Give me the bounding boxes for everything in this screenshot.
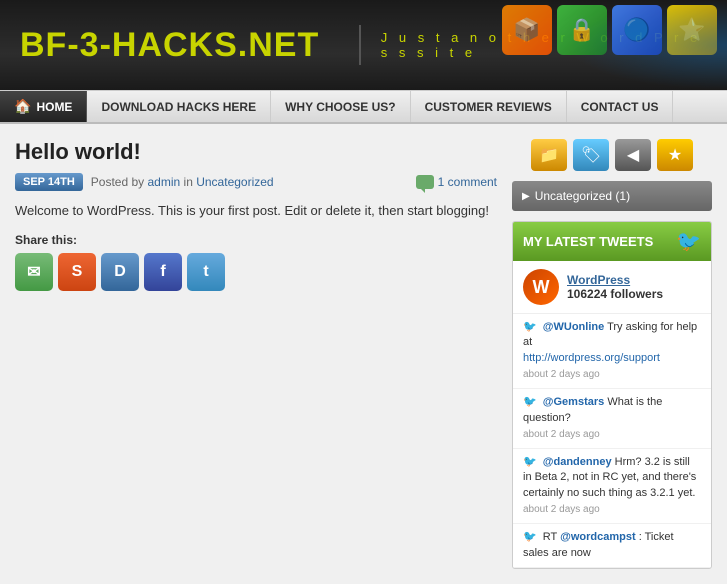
wp-name[interactable]: WordPress [567, 273, 663, 287]
sidebar-tag-icon[interactable]: 🏷 [573, 139, 609, 171]
header-divider [359, 25, 361, 65]
tweet-bird-icon-2: 🐦 [523, 396, 537, 408]
post-body: Welcome to WordPress. This is your first… [15, 201, 497, 221]
share-label: Share this: [15, 233, 497, 247]
post-meta-text: Posted by admin in Uncategorized [91, 175, 274, 189]
tweet-time-2: about 2 days ago [523, 428, 701, 442]
nav-contact-label: CONTACT US [581, 100, 659, 114]
nav-item-reviews[interactable]: CUSTOMER REVIEWS [411, 91, 567, 122]
nav-why-label: WHY CHOOSE US? [285, 100, 395, 114]
tweet-item-3: 🐦 @dandenney Hrm? 3.2 is still in Beta 2… [513, 449, 711, 524]
site-header: BF-3-HACKS.NET J u s t a n o t h e r W o… [0, 0, 727, 90]
share-icons: ✉ S D f t [15, 253, 497, 291]
sidebar-tweets-widget: MY LATEST TWEETS 🐦 W WordPress 106224 fo… [512, 221, 712, 569]
comment-bubble: 1 comment [416, 175, 497, 189]
header-icon-yellow: ⭐ [667, 5, 717, 55]
tweet-user-2[interactable]: @Gemstars [543, 396, 604, 408]
comment-link[interactable]: 1 comment [438, 175, 497, 189]
sidebar: 📁 🏷 ◀ ★ ▶ Uncategorized (1) MY LATEST TW… [512, 139, 712, 569]
tweet-item-2: 🐦 @Gemstars What is the question? about … [513, 389, 711, 449]
nav-download-label: DOWNLOAD HACKS HERE [101, 100, 256, 114]
main-nav: 🏠 HOME DOWNLOAD HACKS HERE WHY CHOOSE US… [0, 90, 727, 124]
tweets-header-label: MY LATEST TWEETS [523, 234, 653, 249]
sidebar-category-label: Uncategorized (1) [535, 189, 630, 203]
site-title-suffix: -HACKS.NET [100, 26, 320, 64]
header-icon-orange: 📦 [502, 5, 552, 55]
share-digg-button[interactable]: D [101, 253, 139, 291]
tweet-time-3: about 2 days ago [523, 503, 701, 517]
tweet-user-4[interactable]: @wordcampst [560, 531, 636, 543]
site-title: BF-3-HACKS.NET [20, 26, 319, 65]
share-twitter-button[interactable]: t [187, 253, 225, 291]
post-title: Hello world! [15, 139, 497, 165]
share-stumbleupon-button[interactable]: S [58, 253, 96, 291]
tweet-text-rt: RT [543, 531, 560, 543]
main-content: Hello world! SEP 14TH Posted by admin in… [0, 124, 727, 584]
sidebar-prev-icon[interactable]: ◀ [615, 139, 651, 171]
sidebar-star-icon[interactable]: ★ [657, 139, 693, 171]
tweet-user-1[interactable]: @WUonline [543, 321, 604, 333]
tweet-bird-icon-3: 🐦 [523, 456, 537, 468]
share-facebook-button[interactable]: f [144, 253, 182, 291]
sidebar-icon-row: 📁 🏷 ◀ ★ [512, 139, 712, 171]
post-date: SEP 14TH [15, 173, 83, 191]
tweets-header: MY LATEST TWEETS 🐦 [513, 222, 711, 261]
tweet-user-3[interactable]: @dandenney [543, 456, 612, 468]
tweet-item-1: 🐦 @WUonline Try asking for help at http:… [513, 314, 711, 389]
tweet-item-4: 🐦 RT @wordcampst : Ticket sales are now [513, 524, 711, 568]
post-content: Hello world! SEP 14TH Posted by admin in… [15, 139, 497, 569]
tweets-wp-profile: W WordPress 106224 followers [513, 261, 711, 314]
nav-item-contact[interactable]: CONTACT US [567, 91, 674, 122]
share-email-button[interactable]: ✉ [15, 253, 53, 291]
wp-info: WordPress 106224 followers [567, 273, 663, 301]
header-icon-green: 🔒 [557, 5, 607, 55]
category-arrow-icon: ▶ [522, 191, 530, 202]
post-meta: SEP 14TH Posted by admin in Uncategorize… [15, 173, 497, 191]
post-category-link[interactable]: Uncategorized [196, 175, 273, 189]
comment-bubble-icon [416, 175, 434, 189]
sidebar-folder-icon[interactable]: 📁 [531, 139, 567, 171]
post-author-link[interactable]: admin [148, 175, 181, 189]
nav-item-why[interactable]: WHY CHOOSE US? [271, 91, 410, 122]
twitter-bird-icon: 🐦 [676, 229, 701, 254]
wp-followers: 106224 followers [567, 287, 663, 301]
header-icon-blue: 🔵 [612, 5, 662, 55]
nav-item-home[interactable]: 🏠 HOME [0, 91, 87, 122]
tweet-bird-icon-4: 🐦 [523, 531, 537, 543]
nav-reviews-label: CUSTOMER REVIEWS [425, 100, 552, 114]
nav-home-label: HOME [36, 100, 72, 114]
tweet-link-1[interactable]: http://wordpress.org/support [523, 351, 701, 366]
tweet-bird-icon-1: 🐦 [523, 321, 537, 333]
home-icon: 🏠 [14, 98, 31, 115]
site-title-prefix: BF- [20, 26, 80, 64]
site-title-number: 3 [80, 26, 100, 64]
header-icons: 📦 🔒 🔵 ⭐ [502, 5, 717, 55]
nav-item-download[interactable]: DOWNLOAD HACKS HERE [87, 91, 271, 122]
tweet-time-1: about 2 days ago [523, 368, 701, 382]
wordpress-logo: W [523, 269, 559, 305]
sidebar-category-item[interactable]: ▶ Uncategorized (1) [512, 181, 712, 211]
